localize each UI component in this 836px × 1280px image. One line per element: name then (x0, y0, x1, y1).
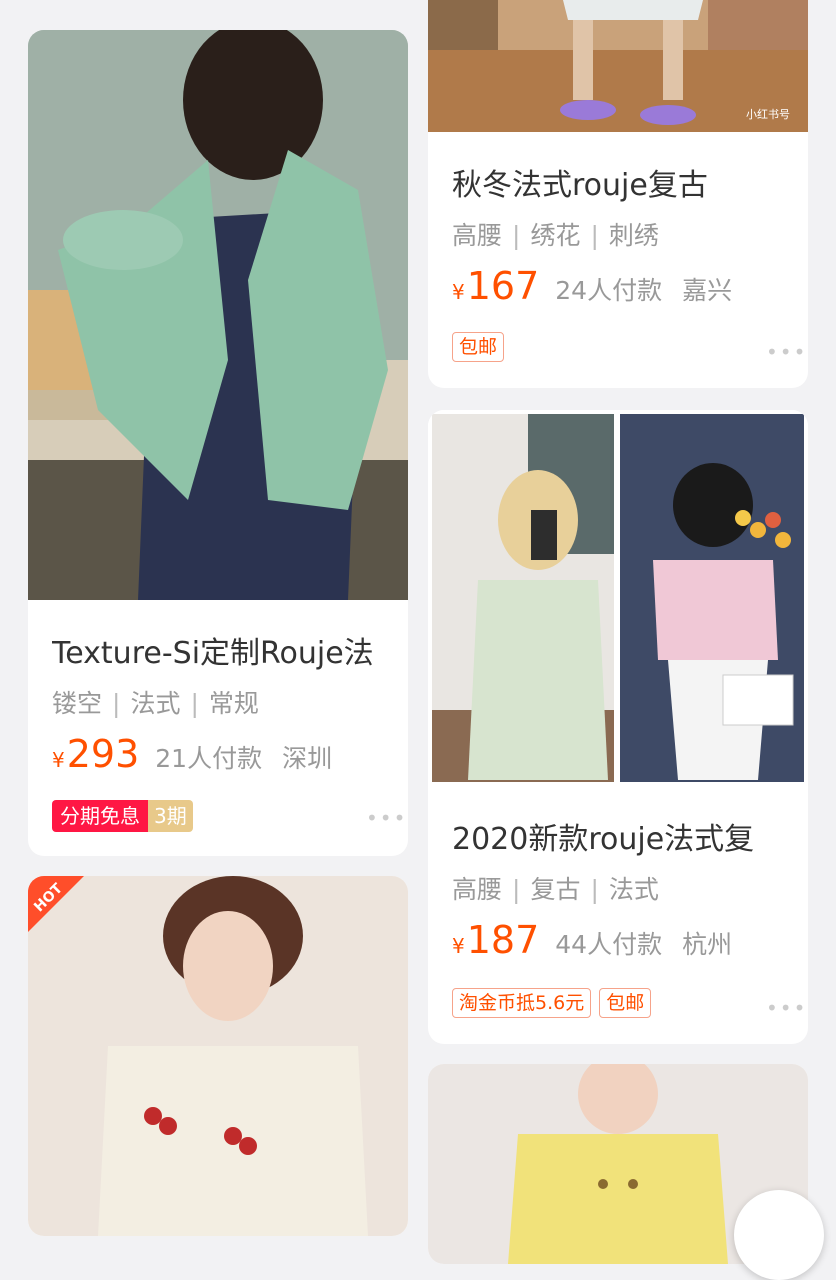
free-shipping-badge: 包邮 (599, 988, 652, 1018)
badge-row: 包邮 (452, 332, 505, 362)
product-title: 2020新款rouje法式复 (452, 822, 755, 857)
product-title: 秋冬法式rouje复古 (452, 168, 708, 203)
product-card[interactable]: Texture-Si定制Rouje法 镂空 | 法式 | 常规 ¥ 293 21人付款 … (28, 30, 408, 856)
sales-count: 24人付款 (555, 276, 663, 305)
more-icon[interactable]: ••• (366, 806, 407, 830)
price: 167 (466, 264, 540, 308)
price: 293 (66, 732, 140, 776)
hot-badge: HOT (28, 876, 108, 956)
product-tags: 镂空 | 法式 | 常规 (52, 689, 259, 718)
more-icon[interactable]: ••• (766, 340, 807, 364)
tag: 高腰 (452, 221, 503, 250)
product-tags: 高腰 | 复古 | 法式 (452, 875, 659, 904)
watermark: 小红书号 (746, 108, 790, 121)
tag: 镂空 (52, 689, 103, 718)
currency-symbol: ¥ (452, 934, 465, 958)
installment-label: 分期免息 (52, 800, 148, 832)
price-row: ¥ 293 21人付款 深圳 (52, 732, 332, 776)
tag: 法式 (608, 875, 659, 904)
price-row: ¥ 167 24人付款 嘉兴 (452, 264, 732, 308)
product-tags: 高腰 | 绣花 | 刺绣 (452, 221, 659, 250)
product-card[interactable]: HOT (28, 876, 408, 1236)
product-image[interactable] (428, 410, 808, 784)
tag: 绣花 (530, 221, 581, 250)
price-row: ¥ 187 44人付款 杭州 (452, 918, 732, 962)
free-shipping-badge: 包邮 (452, 332, 505, 362)
tag: 高腰 (452, 875, 503, 904)
sales-count: 21人付款 (155, 744, 263, 773)
product-card[interactable]: 小红书号 秋冬法式rouje复古 高腰 | 绣花 | 刺绣 ¥ 167 24人付款 嘉兴… (428, 0, 808, 388)
product-title: Texture-Si定制Rouje法 (52, 636, 374, 671)
badge-row: 分期免息 3期 (52, 800, 193, 832)
sales-count: 44人付款 (555, 930, 663, 959)
coin-discount-badge: 淘金币抵5.6元 (452, 988, 592, 1018)
location: 嘉兴 (682, 276, 733, 305)
installment-count: 3期 (148, 800, 193, 832)
badge-row: 淘金币抵5.6元 包邮 (452, 988, 652, 1018)
tag: 法式 (130, 689, 181, 718)
location: 深圳 (282, 744, 333, 773)
tag: 复古 (530, 875, 581, 904)
installment-badge: 分期免息 3期 (52, 800, 193, 832)
more-icon[interactable]: ••• (766, 996, 807, 1020)
product-card[interactable]: 2020新款rouje法式复 高腰 | 复古 | 法式 ¥ 187 44人付款 杭州 淘… (428, 410, 808, 1044)
currency-symbol: ¥ (452, 280, 465, 304)
product-image[interactable]: 小红书号 (428, 0, 808, 132)
product-image[interactable] (28, 30, 408, 600)
currency-symbol: ¥ (52, 748, 65, 772)
floating-action-button[interactable] (734, 1190, 824, 1280)
location: 杭州 (682, 930, 733, 959)
tag: 刺绣 (608, 221, 659, 250)
price: 187 (466, 918, 540, 962)
tag: 常规 (208, 689, 259, 718)
